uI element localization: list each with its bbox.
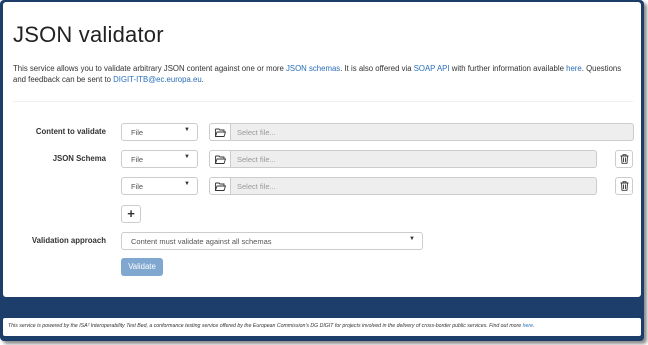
footer: This service is powered by the ISA² Inte… [3, 318, 641, 336]
trash-icon [620, 181, 629, 191]
here-link[interactable]: here [566, 64, 582, 73]
folder-open-icon [215, 182, 226, 191]
schema-source-select-2[interactable]: File ▼ [121, 177, 198, 195]
schema-delete-button-1[interactable] [615, 150, 633, 168]
soap-api-link[interactable]: SOAP API [414, 64, 450, 73]
caret-down-icon: ▼ [184, 127, 190, 133]
page-title: JSON validator [13, 22, 164, 47]
content-file-input[interactable]: Select file... [231, 123, 634, 141]
footer-here-link[interactable]: here [523, 323, 533, 329]
approach-label: Validation approach [31, 236, 106, 245]
schema-source-select-1[interactable]: File ▼ [121, 150, 198, 168]
footer-text: This service is powered by the ISA² Inte… [8, 323, 523, 329]
schema-browse-button-2[interactable] [209, 177, 231, 195]
schema-browse-button-1[interactable] [209, 150, 231, 168]
caret-down-icon: ▼ [184, 181, 190, 187]
schema-label: JSON Schema [52, 154, 106, 163]
schema-file-input-1[interactable]: Select file... [231, 150, 597, 168]
divider [13, 101, 633, 102]
page-frame: JSON validator This service allows you t… [0, 0, 644, 341]
caret-down-icon: ▼ [409, 236, 415, 242]
intro-part2: . It is also offered via [340, 64, 414, 73]
schema-file-input-2[interactable]: Select file... [231, 177, 597, 195]
json-schemas-link[interactable]: JSON schemas [286, 64, 340, 73]
schema-source-value-2: File [131, 182, 144, 191]
intro-part5: . [201, 75, 204, 84]
content-browse-button[interactable] [209, 123, 231, 141]
intro-text: This service allows you to validate arbi… [13, 63, 633, 85]
folder-open-icon [215, 128, 226, 137]
add-schema-button[interactable]: + [121, 205, 141, 223]
caret-down-icon: ▼ [184, 154, 190, 160]
validate-button[interactable]: Validate [121, 258, 163, 276]
content-source-select[interactable]: File ▼ [121, 123, 198, 141]
trash-icon [620, 154, 629, 164]
content-source-value: File [131, 128, 144, 137]
folder-open-icon [215, 155, 226, 164]
schema-source-value-1: File [131, 155, 144, 164]
intro-part1: This service allows you to validate arbi… [13, 64, 287, 73]
email-link[interactable]: DIGIT-ITB@ec.europa.eu [113, 75, 202, 84]
approach-select[interactable]: Content must validate against all schema… [121, 232, 423, 250]
footer-end: . [532, 323, 535, 329]
schema-delete-button-2[interactable] [615, 177, 633, 195]
intro-part3: with further information available [449, 64, 567, 73]
content-label: Content to validate [35, 127, 106, 136]
validator-card: JSON validator This service allows you t… [3, 2, 641, 297]
approach-value: Content must validate against all schema… [131, 237, 272, 246]
